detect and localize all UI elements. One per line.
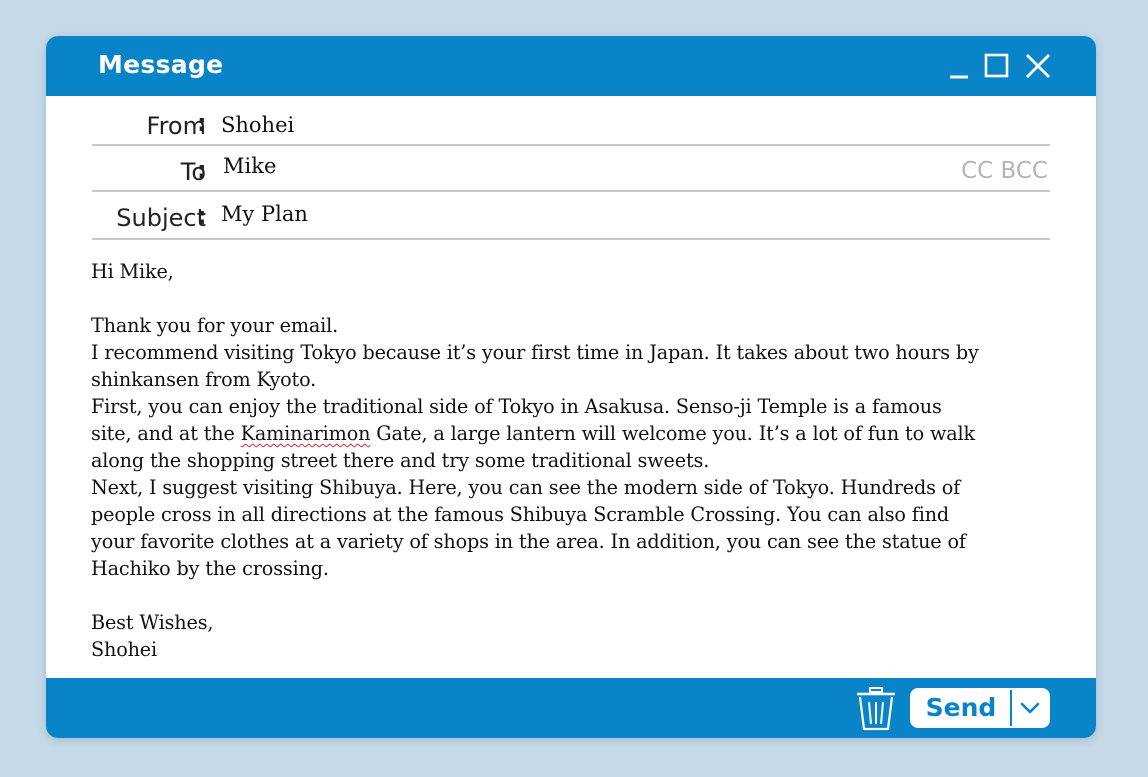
chevron-down-icon	[1020, 702, 1040, 714]
maximize-icon	[984, 53, 1009, 78]
minimize-button[interactable]	[946, 52, 974, 80]
to-colon: :	[197, 156, 207, 184]
window-title: Message	[98, 50, 224, 79]
body-line: shinkansen from Kyoto.	[91, 368, 317, 391]
subject-label: Subject	[116, 204, 206, 232]
misspelled-word[interactable]: Kaminarimon	[241, 422, 371, 445]
close-icon	[1026, 54, 1050, 78]
body-line: I recommend visiting Tokyo because it’s …	[91, 341, 979, 364]
body-line: Next, I suggest visiting Shibuya. Here, …	[91, 476, 961, 499]
message-window: Message From : Shohei To : Mike CC BCC S…	[46, 36, 1096, 738]
maximize-button[interactable]	[982, 52, 1010, 80]
subject-colon: :	[197, 202, 207, 230]
body-line: people cross in all directions at the fa…	[91, 503, 950, 526]
body-closing: Best Wishes,	[91, 611, 214, 634]
bottom-toolbar: Send	[46, 678, 1096, 738]
send-options-button[interactable]	[1012, 690, 1048, 726]
body-blank-line	[91, 285, 1061, 312]
title-bar: Message	[46, 36, 1096, 96]
body-line: site, and at the Kaminarimon Gate, a lar…	[91, 420, 1061, 447]
subject-field[interactable]: My Plan	[221, 202, 921, 226]
body-line: your favorite clothes at a variety of sh…	[91, 530, 966, 553]
trash-icon	[857, 687, 895, 731]
send-button-group: Send	[910, 688, 1050, 728]
cc-button[interactable]: CC	[961, 158, 993, 184]
body-line: Thank you for your email.	[91, 314, 339, 337]
minimize-icon	[950, 75, 968, 79]
to-field[interactable]: Mike	[223, 154, 923, 178]
from-row: From : Shohei	[92, 98, 1050, 146]
send-button[interactable]: Send	[912, 690, 1010, 726]
body-line: First, you can enjoy the traditional sid…	[91, 395, 942, 418]
body-line: along the shopping street there and try …	[91, 449, 710, 472]
body-signature: Shohei	[91, 638, 158, 661]
body-line: Hachiko by the crossing.	[91, 557, 329, 580]
from-colon: :	[197, 109, 207, 137]
close-button[interactable]	[1024, 52, 1052, 80]
body-greeting: Hi Mike,	[91, 260, 174, 283]
body-blank-line	[91, 582, 1061, 609]
body-text: Gate, a large lantern will welcome you. …	[370, 422, 975, 445]
to-row: To : Mike CC BCC	[92, 144, 1050, 192]
from-field[interactable]: Shohei	[221, 113, 921, 137]
message-body[interactable]: Hi Mike, Thank you for your email. I rec…	[91, 258, 1061, 668]
subject-row: Subject : My Plan	[92, 192, 1050, 240]
cc-bcc-group: CC BCC	[961, 158, 1048, 184]
body-text: site, and at the	[91, 422, 241, 445]
delete-button[interactable]	[854, 686, 898, 732]
bcc-button[interactable]: BCC	[1001, 158, 1049, 184]
